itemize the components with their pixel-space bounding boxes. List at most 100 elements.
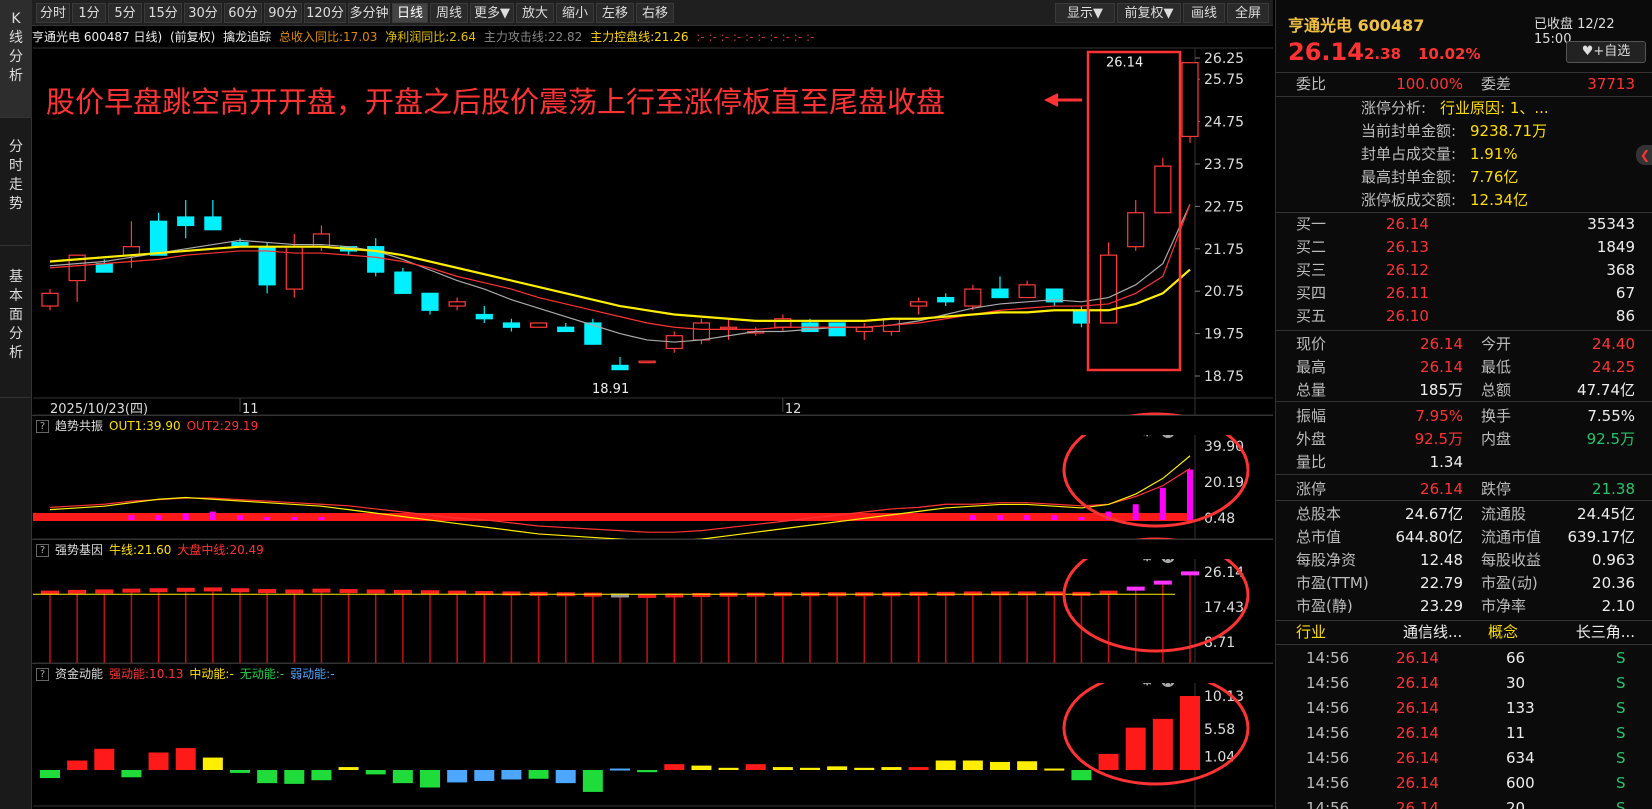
tick-side: S bbox=[1616, 724, 1626, 742]
tick-time: 14:56 bbox=[1306, 749, 1350, 767]
limit-value: 7.76亿 bbox=[1470, 168, 1519, 186]
gene-bar bbox=[991, 591, 1009, 596]
energy-bar bbox=[881, 767, 902, 770]
bid-price: 26.13 bbox=[1386, 238, 1429, 256]
stat-label: 市净率 bbox=[1481, 597, 1527, 615]
bid-price: 26.11 bbox=[1386, 284, 1429, 302]
stat-value: 20.36 bbox=[1592, 574, 1635, 592]
panel3-title: ? 资金动能 强动能:10.13 中动能:- 无动能:- 弱动能:- bbox=[32, 663, 1273, 683]
stat-label: 今开 bbox=[1481, 335, 1512, 353]
candle bbox=[177, 200, 195, 239]
energy-bar bbox=[230, 770, 250, 773]
help-icon[interactable]: ? bbox=[36, 420, 49, 433]
energy-bar bbox=[1152, 718, 1173, 770]
gene-bar bbox=[203, 587, 222, 592]
out1-value: OUT1:39.90 bbox=[109, 419, 181, 433]
price-tick-label: 19.75 bbox=[1204, 327, 1244, 343]
tick-side: S bbox=[1616, 674, 1626, 692]
gene-bar bbox=[1181, 571, 1199, 576]
energy-bar bbox=[202, 757, 223, 770]
limit-row: 涨停分析: 行业原因: 1、... bbox=[1276, 96, 1652, 120]
stat-label: 换手 bbox=[1481, 407, 1512, 425]
help-icon[interactable]: ? bbox=[36, 544, 49, 557]
quote-panel: 亨通光电 600487 已收盘 12/22 15:00 26.14 2.38 10.02… bbox=[1275, 0, 1652, 809]
collapse-arrow-icon[interactable]: ❮ bbox=[1636, 145, 1652, 165]
candle bbox=[68, 254, 86, 302]
stat-row: 总量 185万 总额 47.74亿 bbox=[1276, 378, 1652, 402]
strong-energy: 强动能:10.13 bbox=[109, 667, 184, 681]
tick-price: 26.14 bbox=[1396, 699, 1439, 717]
gene-bar bbox=[312, 588, 331, 593]
bid-row: 买二 26.13 1849 bbox=[1276, 235, 1652, 259]
stat-label: 总市值 bbox=[1296, 528, 1342, 546]
energy-bar bbox=[40, 770, 60, 779]
stat-label: 总股本 bbox=[1296, 505, 1342, 523]
energy-bar bbox=[474, 770, 495, 781]
gene-bar bbox=[692, 593, 711, 598]
limit-row: 最高封单金额: 7.76亿 bbox=[1276, 165, 1652, 189]
price-tick-label: 18.75 bbox=[1204, 369, 1244, 385]
trend-bar bbox=[237, 515, 243, 520]
panel-tick-label: 5.58 bbox=[1204, 722, 1235, 738]
price-tick-label: 24.75 bbox=[1204, 115, 1244, 131]
candle bbox=[475, 306, 493, 323]
tick-row: 14:56 26.14 133 S bbox=[1276, 696, 1652, 720]
tick-volume: 66 bbox=[1506, 649, 1526, 667]
low-tag: 18.91 bbox=[592, 382, 629, 397]
candle bbox=[231, 238, 249, 248]
tick-price: 26.14 bbox=[1396, 649, 1439, 667]
add-watchlist-button[interactable]: ♥+自选 bbox=[1566, 41, 1646, 63]
stat-label: 振幅 bbox=[1296, 407, 1327, 425]
trend-bar bbox=[209, 511, 216, 520]
tick-row: 14:56 26.14 634 S bbox=[1276, 746, 1652, 770]
energy-bar bbox=[691, 765, 712, 770]
tick-volume: 20 bbox=[1506, 799, 1526, 809]
stat-label: 总额 bbox=[1481, 381, 1512, 399]
stat-value: 0.963 bbox=[1592, 551, 1635, 569]
limit-value: 1.91% bbox=[1470, 145, 1518, 163]
help-icon[interactable]: ? bbox=[36, 668, 49, 681]
limit-label: 最高封单金额: bbox=[1361, 168, 1457, 186]
tick-time: 14:56 bbox=[1306, 724, 1350, 742]
candle bbox=[991, 276, 1009, 299]
gene-bar bbox=[339, 589, 358, 594]
bid-price: 26.14 bbox=[1386, 215, 1429, 233]
stat-value: 92.5万 bbox=[1414, 430, 1463, 448]
gene-bar bbox=[68, 589, 87, 594]
kline-chart[interactable]: 26.25 25.75 24.75 23.75 22.75 21.75 20.75 19.75… bbox=[0, 0, 1273, 809]
panel-name: 趋势共振 bbox=[55, 419, 104, 433]
energy-bar bbox=[555, 770, 576, 784]
limit-row: 封单占成交量: 1.91% bbox=[1276, 142, 1652, 166]
bid-label: 买四 bbox=[1296, 284, 1327, 302]
price-tick-label: 20.75 bbox=[1204, 284, 1244, 300]
market-line-value: 大盘中线:20.49 bbox=[177, 543, 264, 557]
stat-value: 24.40 bbox=[1592, 335, 1635, 353]
stat-row: 现价 26.14 今开 24.40 bbox=[1276, 332, 1652, 356]
gene-bar bbox=[149, 588, 168, 593]
energy-bar bbox=[392, 770, 413, 784]
price-tick-label: 22.75 bbox=[1204, 199, 1244, 215]
industry-label: 行业 bbox=[1296, 623, 1327, 641]
panel-tick-label: 8.71 bbox=[1204, 635, 1235, 651]
divider bbox=[1276, 644, 1652, 645]
tick-price: 26.14 bbox=[1396, 799, 1439, 809]
tick-time: 14:56 bbox=[1306, 649, 1350, 667]
stat-value: 26.14 bbox=[1420, 358, 1463, 376]
annotation-text: 股价早盘跳空高开开盘，开盘之后股价震荡上行至涨停板直至尾盘收盘 bbox=[46, 85, 945, 119]
limit-value: 9238.71万 bbox=[1470, 122, 1548, 140]
energy-bar bbox=[637, 770, 658, 773]
energy-bar bbox=[1180, 696, 1200, 770]
out2-value: OUT2:29.19 bbox=[186, 419, 259, 433]
panel-tick-label: 26.14 bbox=[1204, 565, 1244, 581]
divider bbox=[1276, 401, 1652, 402]
energy-bar bbox=[718, 767, 739, 770]
candle bbox=[258, 242, 276, 294]
energy-bar bbox=[1071, 770, 1092, 781]
limit-label: 涨停板成交额: bbox=[1361, 191, 1457, 209]
tick-volume: 30 bbox=[1506, 674, 1526, 692]
energy-bar bbox=[338, 767, 359, 770]
bid-label: 买一 bbox=[1296, 215, 1327, 233]
weibi-row: 委比 100.00% 委差 37713 bbox=[1276, 72, 1652, 96]
concept-value: 长三角... bbox=[1575, 623, 1635, 641]
tick-volume: 11 bbox=[1506, 724, 1526, 742]
